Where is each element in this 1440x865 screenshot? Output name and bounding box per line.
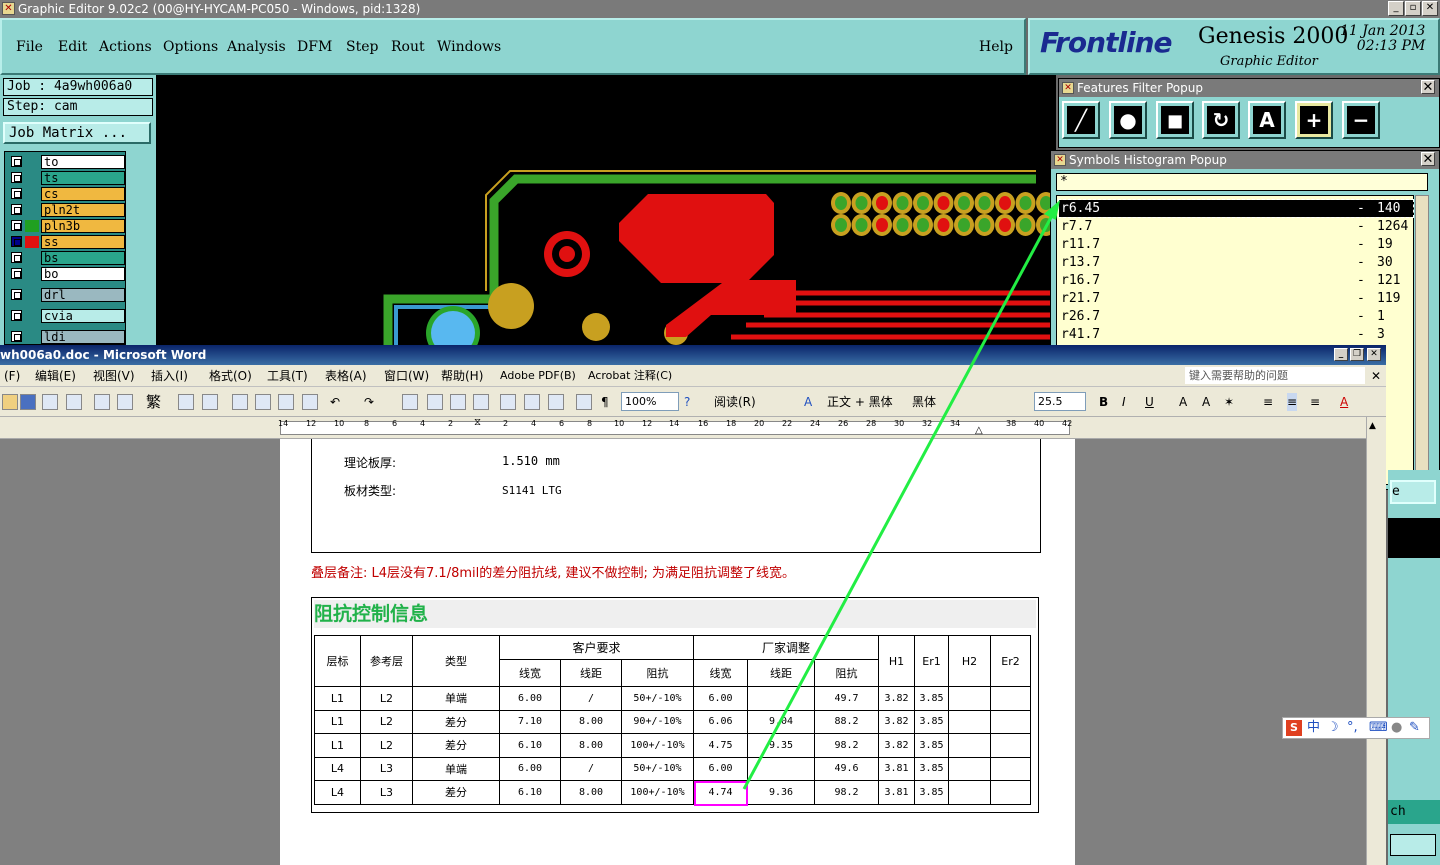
ime-lang[interactable]: 中 [1307, 718, 1320, 738]
annotation-overlay [742, 200, 1060, 790]
punct-icon[interactable]: °, [1347, 718, 1358, 738]
wrench-icon[interactable]: ✎ [1409, 718, 1420, 738]
ime-toolbar[interactable]: S 中 ☽ °, ⌨ ● ✎ [1282, 717, 1430, 739]
moon-icon[interactable]: ☽ [1327, 718, 1339, 738]
arrowhead-icon [1044, 200, 1060, 220]
annotation-arrow [742, 209, 1057, 790]
user-icon[interactable]: ● [1391, 718, 1402, 738]
keyboard-icon[interactable]: ⌨ [1369, 718, 1388, 738]
sogou-icon[interactable]: S [1286, 720, 1302, 736]
